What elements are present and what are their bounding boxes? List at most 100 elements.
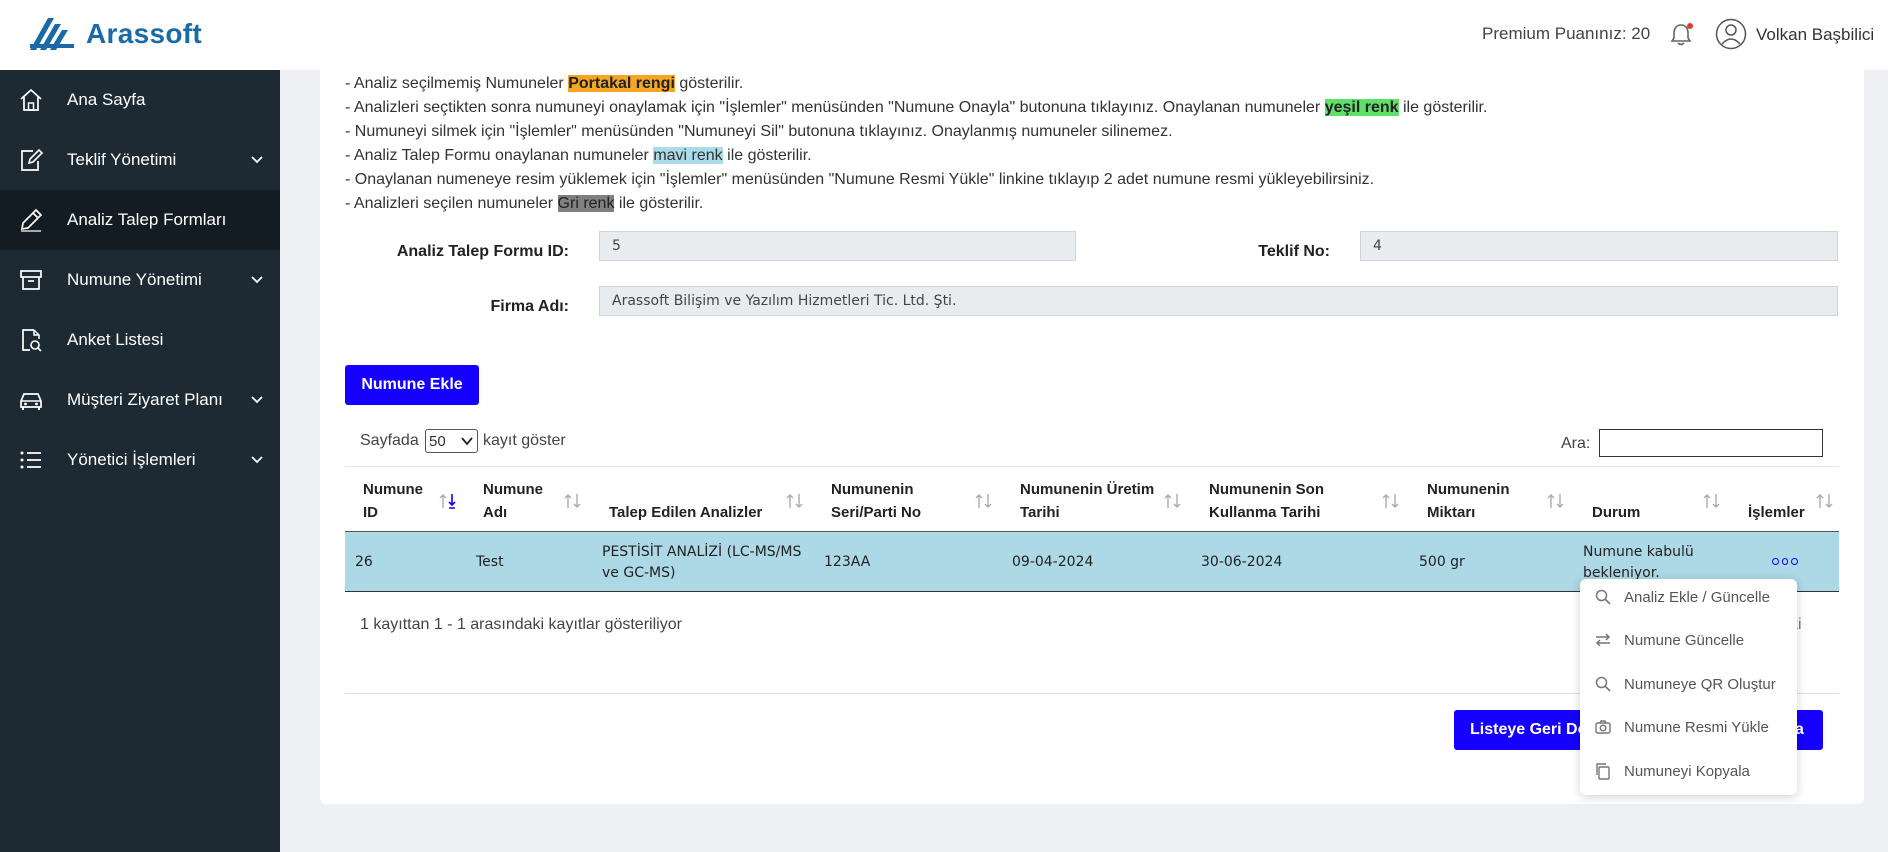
chevron-down-icon: [461, 437, 473, 446]
search-icon: [1595, 676, 1611, 692]
pencil-icon: [20, 208, 43, 232]
teklif-no-label: Teklif No:: [1258, 243, 1330, 260]
firma-field[interactable]: Arassoft Bilişim ve Yazılım Hizmetleri T…: [599, 286, 1838, 316]
edit-document-icon: [21, 148, 44, 171]
note-highlight-blue: mavi renk: [653, 147, 723, 164]
sidebar-item-analiz-talep-formlari[interactable]: Analiz Talep Formları: [0, 190, 280, 250]
column-header-analyses[interactable]: Talep Edilen Analizler: [609, 478, 762, 524]
note-text: - Analizleri seçilen numuneler: [345, 195, 558, 212]
column-header-amount[interactable]: Numunenin Miktarı: [1427, 478, 1510, 524]
menu-item-upload-sample-image[interactable]: Numune Resmi Yükle: [1580, 709, 1797, 745]
atf-id-field[interactable]: 5: [599, 231, 1076, 261]
notifications-bell-icon[interactable]: [1668, 22, 1694, 48]
cell-expiry-date: 30-06-2024: [1201, 554, 1283, 570]
table-header: Numune ID Numune Adı Talep Edilen Analizle…: [345, 466, 1839, 532]
note-line: - Numuneyi silmek için "İşlemler" menüsü…: [345, 123, 1173, 140]
menu-item-label: Analiz Ekle / Güncelle: [1624, 588, 1770, 606]
atf-id-label: Analiz Talep Formu ID:: [396, 243, 569, 260]
column-header-id[interactable]: Numune ID: [363, 478, 423, 524]
note-highlight-green: yeşil renk: [1324, 99, 1399, 116]
sidebar-item-label: Analiz Talep Formları: [67, 210, 227, 229]
menu-item-label: Numuneyi Kopyala: [1624, 762, 1750, 780]
page-size-value: 50: [429, 432, 446, 450]
user-avatar-icon[interactable]: [1715, 18, 1747, 50]
note-line: - Analizleri seçilen numuneler Gri renk …: [345, 195, 703, 213]
column-header-status[interactable]: Durum: [1592, 478, 1640, 524]
brand-name: Arassoft: [86, 18, 202, 49]
sort-icon[interactable]: [785, 491, 805, 511]
column-header-expiry-date[interactable]: Numunenin Son Kullanma Tarihi: [1209, 478, 1324, 524]
note-highlight-gray: Gri renk: [557, 195, 615, 212]
sidebar-item-ana-sayfa[interactable]: Ana Sayfa: [0, 70, 280, 130]
column-header-line: Numune: [363, 481, 423, 498]
column-header-line: ID: [363, 504, 378, 521]
brand-logo[interactable]: Arassoft: [28, 14, 202, 54]
column-header-line: İşlemler: [1748, 504, 1805, 521]
sidebar-item-anket-listesi[interactable]: Anket Listesi: [0, 310, 280, 370]
column-header-line: Talep Edilen Analizler: [609, 504, 763, 521]
sort-icon[interactable]: [1163, 491, 1183, 511]
cell-line: PESTİSİT ANALİZİ (LC-MS/MS: [602, 544, 802, 560]
menu-item-copy-sample[interactable]: Numuneyi Kopyala: [1580, 753, 1797, 789]
cell-id: 26: [355, 554, 373, 570]
sort-icon[interactable]: [563, 491, 583, 511]
user-name[interactable]: Volkan Başbilici: [1756, 25, 1874, 45]
sort-desc-active-icon[interactable]: [438, 491, 458, 511]
search-icon: [1595, 589, 1611, 605]
menu-item-add-update-analysis[interactable]: Analiz Ekle / Güncelle: [1580, 579, 1797, 615]
column-header-production-date[interactable]: Numunenin Üretim Tarihi: [1020, 478, 1154, 524]
sidebar-item-label: Anket Listesi: [67, 330, 164, 349]
menu-item-label: Numune Resmi Yükle: [1624, 718, 1769, 736]
cell-status: Numune kabulü bekleniyor.: [1583, 542, 1694, 584]
cell-lot: 123AA: [824, 554, 871, 570]
column-header-line: Numunenin: [1427, 481, 1510, 498]
sidebar-item-teklif-yonetimi[interactable]: Teklif Yönetimi: [0, 130, 280, 190]
firma-label: Firma Adı:: [490, 298, 569, 315]
column-header-actions[interactable]: İşlemler: [1748, 478, 1805, 524]
copy-icon: [1596, 763, 1610, 780]
sidebar-item-label: Ana Sayfa: [67, 90, 146, 109]
actions-more-icon[interactable]: [1772, 554, 1799, 568]
note-text: ile gösterilir.: [722, 147, 812, 164]
menu-item-label: Numune Güncelle: [1624, 631, 1745, 649]
column-header-line: Seri/Parti No: [831, 504, 922, 521]
menu-item-create-qr[interactable]: Numuneye QR Oluştur: [1580, 666, 1797, 702]
sidebar-item-label: Yönetici İşlemleri: [67, 450, 196, 469]
home-icon: [20, 88, 42, 111]
cell-line: Numune kabulü: [1583, 544, 1694, 560]
search-input[interactable]: [1599, 429, 1823, 457]
note-line: - Analiz seçilmemiş Numuneler Portakal r…: [345, 75, 743, 93]
table-info: 1 kayıttan 1 - 1 arasındaki kayıtlar gös…: [360, 616, 682, 633]
sidebar: Ana Sayfa Teklif Yönetimi Analiz Talep F…: [0, 70, 280, 852]
page-size-select[interactable]: 50: [425, 429, 478, 453]
chevron-down-icon: [251, 456, 263, 464]
sort-icon[interactable]: [1702, 491, 1722, 511]
note-text: - Analiz Talep Formu onaylanan numuneler: [345, 147, 654, 164]
column-header-name[interactable]: Numune Adı: [483, 478, 543, 524]
sort-icon[interactable]: [974, 491, 994, 511]
column-header-lot[interactable]: Numunenin Seri/Parti No: [831, 478, 921, 524]
page-size-suffix: kayıt göster: [483, 432, 566, 449]
column-header-line: Adı: [483, 504, 508, 521]
add-sample-button[interactable]: Numune Ekle: [345, 365, 479, 405]
chevron-down-icon: [251, 396, 263, 404]
back-to-list-button[interactable]: Listeye Geri Dö: [1454, 710, 1584, 750]
list-icon: [20, 451, 41, 469]
column-header-line: [609, 478, 762, 501]
sidebar-item-musteri-ziyaret-plani[interactable]: Müşteri Ziyaret Planı: [0, 370, 280, 430]
sidebar-item-yonetici-islemleri[interactable]: Yönetici İşlemleri: [0, 430, 280, 490]
note-highlight-orange: Portakal rengi: [568, 75, 675, 92]
teklif-no-field[interactable]: 4: [1360, 231, 1838, 261]
note-text: ile gösterilir.: [1398, 99, 1488, 116]
premium-points: Premium Puanınız: 20: [1482, 24, 1651, 43]
sort-icon[interactable]: [1546, 491, 1566, 511]
menu-item-update-sample[interactable]: Numune Güncelle: [1580, 622, 1797, 658]
column-header-line: Tarihi: [1020, 504, 1060, 521]
note-text: gösterilir.: [674, 75, 744, 92]
column-header-line: Numunenin Üretim: [1020, 481, 1155, 498]
sort-icon[interactable]: [1815, 491, 1835, 511]
sidebar-item-numune-yonetimi[interactable]: Numune Yönetimi: [0, 250, 280, 310]
sort-icon[interactable]: [1381, 491, 1401, 511]
archive-box-icon: [20, 270, 42, 290]
cell-analyses: PESTİSİT ANALİZİ (LC-MS/MS ve GC-MS): [602, 542, 801, 584]
